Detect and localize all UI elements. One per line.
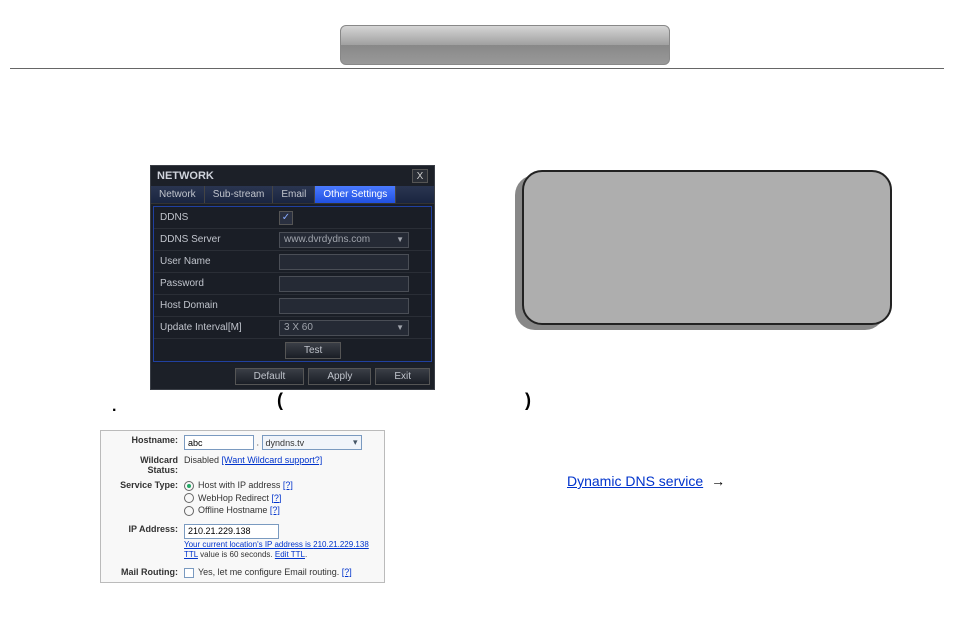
label-password: Password — [154, 278, 279, 289]
input-host[interactable] — [279, 298, 409, 314]
row-mail: Mail Routing: Yes, let me configure Emai… — [109, 567, 376, 578]
row-host: Host Domain — [154, 295, 431, 317]
row-server: DDNS Server www.dvrdydns.com ▼ — [154, 229, 431, 251]
label-username: User Name — [154, 256, 279, 267]
radio-icon — [184, 506, 194, 516]
radio-icon — [184, 481, 194, 491]
label-wildcard: Wildcard Status: — [109, 455, 184, 475]
row-wildcard: Wildcard Status: Disabled [Want Wildcard… — [109, 455, 376, 475]
dns-link-container: Dynamic DNS service → — [567, 473, 725, 489]
dialog-header: NETWORK X — [151, 166, 434, 186]
dialog-footer: Default Apply Exit — [151, 364, 434, 389]
ip-hint-link[interactable]: Your current location's IP address is 21… — [184, 540, 369, 549]
default-button[interactable]: Default — [235, 368, 305, 385]
wildcard-status: Disabled — [184, 455, 219, 465]
dropdown-interval-value: 3 X 60 — [284, 322, 313, 333]
dropdown-server-value: www.dvrdydns.com — [284, 234, 370, 245]
mail-text: Yes, let me configure Email routing. — [198, 567, 339, 577]
punct-rparen: ) — [525, 390, 531, 411]
horizontal-rule — [10, 68, 944, 69]
tab-row: Network Sub-stream Email Other Settings — [151, 186, 434, 204]
radio-webhop[interactable]: WebHop Redirect [?] — [184, 493, 376, 504]
ttl-link[interactable]: TTL — [184, 550, 198, 559]
apply-button[interactable]: Apply — [308, 368, 371, 385]
checkbox-mail[interactable] — [184, 568, 194, 578]
row-test: Test — [154, 339, 431, 361]
chevron-down-icon: ▼ — [396, 235, 404, 244]
dropdown-server[interactable]: www.dvrdydns.com ▼ — [279, 232, 409, 248]
test-button[interactable]: Test — [285, 342, 341, 359]
top-gradient-bar — [340, 25, 670, 65]
close-icon[interactable]: X — [412, 169, 428, 183]
row-ddns: DDNS ✓ — [154, 207, 431, 229]
form-body: DDNS ✓ DDNS Server www.dvrdydns.com ▼ Us… — [153, 206, 432, 362]
dropdown-interval[interactable]: 3 X 60 ▼ — [279, 320, 409, 336]
input-hostname[interactable] — [184, 435, 254, 450]
hostname-dot: . — [257, 438, 260, 448]
punct-dot: . — [112, 398, 116, 416]
right-rounded-box — [522, 170, 892, 325]
radio-host-ip[interactable]: Host with IP address [?] — [184, 480, 376, 491]
edit-ttl-link[interactable]: Edit TTL — [275, 550, 305, 559]
input-username[interactable] — [279, 254, 409, 270]
dynamic-dns-link[interactable]: Dynamic DNS service — [567, 473, 703, 489]
input-password[interactable] — [279, 276, 409, 292]
checkbox-ddns[interactable]: ✓ — [279, 211, 293, 225]
row-username: User Name — [154, 251, 431, 273]
row-service: Service Type: Host with IP address [?] W… — [109, 480, 376, 518]
exit-button[interactable]: Exit — [375, 368, 430, 385]
tab-other-settings[interactable]: Other Settings — [315, 186, 396, 203]
input-ip[interactable] — [184, 524, 279, 539]
dialog-title: NETWORK — [157, 170, 214, 182]
mail-q[interactable]: [?] — [342, 567, 352, 577]
network-dialog: NETWORK X Network Sub-stream Email Other… — [150, 165, 435, 390]
row-password: Password — [154, 273, 431, 295]
label-ip: IP Address: — [109, 524, 184, 534]
label-mail: Mail Routing: — [109, 567, 184, 577]
dyndns-form: Hostname: . dyndns.tv Wildcard Status: D… — [100, 430, 385, 583]
label-server: DDNS Server — [154, 234, 279, 245]
tab-network[interactable]: Network — [151, 186, 205, 203]
tab-email[interactable]: Email — [273, 186, 315, 203]
row-ip: IP Address: Your current location's IP a… — [109, 524, 376, 559]
punct-lparen: ( — [277, 390, 283, 411]
row-interval: Update Interval[M] 3 X 60 ▼ — [154, 317, 431, 339]
label-interval: Update Interval[M] — [154, 322, 279, 333]
row-hostname: Hostname: . dyndns.tv — [109, 435, 376, 450]
select-hostname-suffix[interactable]: dyndns.tv — [262, 435, 362, 450]
label-hostname: Hostname: — [109, 435, 184, 445]
arrow-right-icon: → — [711, 473, 725, 489]
label-service: Service Type: — [109, 480, 184, 490]
tab-substream[interactable]: Sub-stream — [205, 186, 274, 203]
wildcard-link[interactable]: [Want Wildcard support?] — [222, 455, 323, 465]
chevron-down-icon: ▼ — [396, 323, 404, 332]
radio-offline[interactable]: Offline Hostname [?] — [184, 505, 376, 516]
label-host: Host Domain — [154, 300, 279, 311]
radio-icon — [184, 493, 194, 503]
label-ddns: DDNS — [154, 212, 279, 223]
